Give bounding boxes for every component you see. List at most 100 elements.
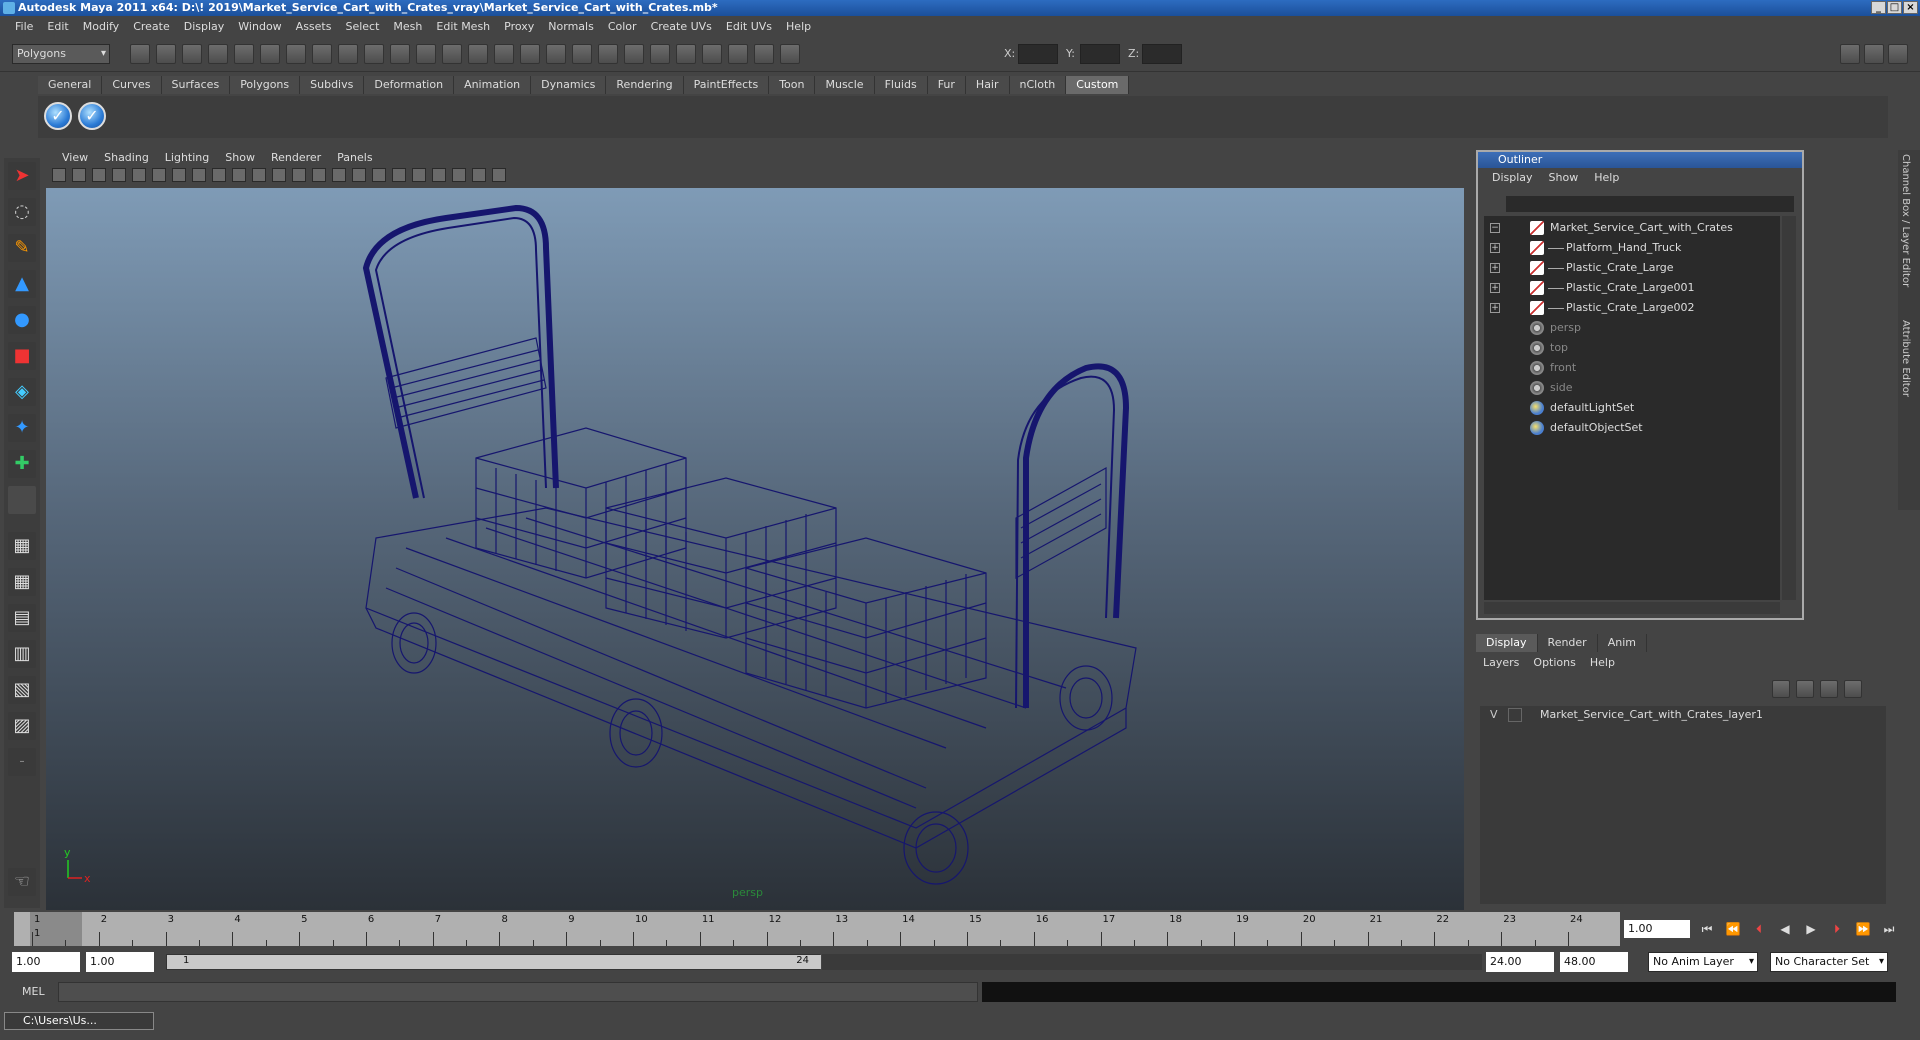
expand-toggle[interactable]: + [1490,303,1500,313]
time-slider[interactable]: 1 1 2 3 4 5 6 7 8 9 10 11 12 13 14 15 16 17 18 19 20 21 22 23 2… [14,912,1620,946]
smooth-shade-icon[interactable] [332,168,346,182]
menu-proxy[interactable]: Proxy [497,20,541,33]
panel-layout-icon[interactable] [1840,44,1860,64]
expand-toggle[interactable]: + [1490,263,1500,273]
custom-layout-icon[interactable]: ▨ [8,712,36,740]
layer-menu-options[interactable]: Options [1526,656,1582,674]
paint-select-tool-icon[interactable]: ✎ [8,234,36,262]
isolate-select-icon[interactable] [432,168,446,182]
camera-attr-icon[interactable] [72,168,86,182]
close-button[interactable]: × [1903,1,1918,14]
show-manipulator-icon[interactable]: ✚ [8,450,36,478]
menu-help[interactable]: Help [779,20,818,33]
xray-joints-icon[interactable] [472,168,486,182]
open-scene-icon[interactable] [156,44,176,64]
2d-pan-icon[interactable] [132,168,146,182]
select-object-icon[interactable] [234,44,254,64]
shelf-tab-painteffects[interactable]: PaintEffects [683,76,770,94]
outliner-item[interactable]: + Plastic_Crate_Large [1484,258,1780,278]
shelf-tab-dynamics[interactable]: Dynamics [531,76,607,94]
shelf-tab-general[interactable]: General [38,76,103,94]
new-scene-icon[interactable] [130,44,150,64]
shelf-tab-muscle[interactable]: Muscle [815,76,875,94]
outliner-item[interactable]: top [1484,338,1780,358]
step-back-frame-icon[interactable]: ⏴ [1748,919,1770,939]
camera-icon[interactable] [702,44,722,64]
x-field[interactable] [1018,44,1058,64]
anim-layer-dropdown[interactable]: No Anim Layer [1648,952,1758,972]
menu-create-uvs[interactable]: Create UVs [644,20,719,33]
hypershade-icon[interactable] [546,44,566,64]
input-line-icon[interactable] [598,44,618,64]
rotate-tool-icon[interactable]: ● [8,306,36,334]
maximize-button[interactable]: □ [1887,1,1902,14]
shelf-tab-polygons[interactable]: Polygons [230,76,301,94]
shelf-tab-animation[interactable]: Animation [454,76,532,94]
shelf-tab-fur[interactable]: Fur [927,76,966,94]
panel-menu-panels[interactable]: Panels [329,151,380,164]
y-field[interactable] [1080,44,1120,64]
outliner-menu-help[interactable]: Help [1586,171,1627,184]
safe-action-icon[interactable] [272,168,286,182]
menu-edit-mesh[interactable]: Edit Mesh [429,20,497,33]
four-pane-layout-icon[interactable]: ▦ [8,568,36,596]
layer-template-toggle[interactable] [1508,708,1522,722]
step-forward-frame-icon[interactable]: ⏵ [1826,919,1848,939]
outliner-layout-icon[interactable]: ▤ [8,604,36,632]
check-icon[interactable]: ✓ [44,102,72,130]
play-forward-icon[interactable]: ▶ [1800,919,1822,939]
expand-toggle[interactable]: + [1490,283,1500,293]
outliner-menu-display[interactable]: Display [1484,171,1541,184]
use-lights-icon[interactable] [392,168,406,182]
step-forward-key-icon[interactable]: ⏩ [1852,919,1874,939]
attribute-editor-tab[interactable]: Attribute Editor [1900,320,1911,397]
menu-color[interactable]: Color [601,20,644,33]
bookmark-icon[interactable] [92,168,106,182]
shelf-tab-toon[interactable]: Toon [769,76,816,94]
snap-live-icon[interactable] [416,44,436,64]
single-pane-layout-icon[interactable]: ▦ [8,532,36,560]
outliner-filter-input[interactable] [1506,196,1794,212]
uv-icon[interactable] [650,44,670,64]
menu-select[interactable]: Select [338,20,386,33]
outliner-item[interactable]: persp [1484,318,1780,338]
maya-hand-icon[interactable]: ☜ [8,868,36,896]
minimize-button[interactable]: _ [1871,1,1886,14]
shelf-tab-custom[interactable]: Custom [1066,76,1130,94]
gate-mask-icon[interactable] [232,168,246,182]
shadows-icon[interactable] [412,168,426,182]
select-tool-icon[interactable]: ➤ [8,162,36,190]
bounding-box-icon[interactable] [352,168,366,182]
menu-window[interactable]: Window [231,20,288,33]
render-settings-icon[interactable] [520,44,540,64]
scale-tool-icon[interactable]: ■ [8,342,36,370]
outliner-item[interactable]: defaultLightSet [1484,398,1780,418]
character-set-dropdown[interactable]: No Character Set [1770,952,1888,972]
outliner-item[interactable]: front [1484,358,1780,378]
outliner-item[interactable]: + Plastic_Crate_Large001 [1484,278,1780,298]
go-to-end-icon[interactable]: ⏭ [1878,919,1900,939]
manipulator-tool-icon[interactable]: ◈ [8,378,36,406]
grease-pencil-icon[interactable] [152,168,166,182]
play-backward-icon[interactable]: ◀ [1774,919,1796,939]
shelf-tab-fluids[interactable]: Fluids [874,76,928,94]
menu-modify[interactable]: Modify [76,20,126,33]
layer-menu-layers[interactable]: Layers [1476,656,1526,674]
panel-menu-renderer[interactable]: Renderer [263,151,329,164]
outliner-item[interactable]: defaultObjectSet [1484,418,1780,438]
panel-menu-lighting[interactable]: Lighting [157,151,217,164]
range-slider-track[interactable] [822,954,1482,970]
panel-menu-show[interactable]: Show [217,151,263,164]
soft-mod-tool-icon[interactable]: ✦ [8,414,36,442]
shelf-tab-curves[interactable]: Curves [102,76,162,94]
layer-visibility-toggle[interactable]: V [1490,708,1498,721]
shelf-tab-surfaces[interactable]: Surfaces [161,76,231,94]
menu-set-dropdown[interactable]: Polygons [12,44,110,64]
menu-display[interactable]: Display [177,20,232,33]
shelf-tab-ncloth[interactable]: nCloth [1009,76,1067,94]
image-plane-icon[interactable] [112,168,126,182]
sculpt-icon[interactable] [676,44,696,64]
channel-box-toggle-icon[interactable] [1864,44,1884,64]
outliner-menu-show[interactable]: Show [1541,171,1587,184]
xray-icon[interactable] [728,44,748,64]
